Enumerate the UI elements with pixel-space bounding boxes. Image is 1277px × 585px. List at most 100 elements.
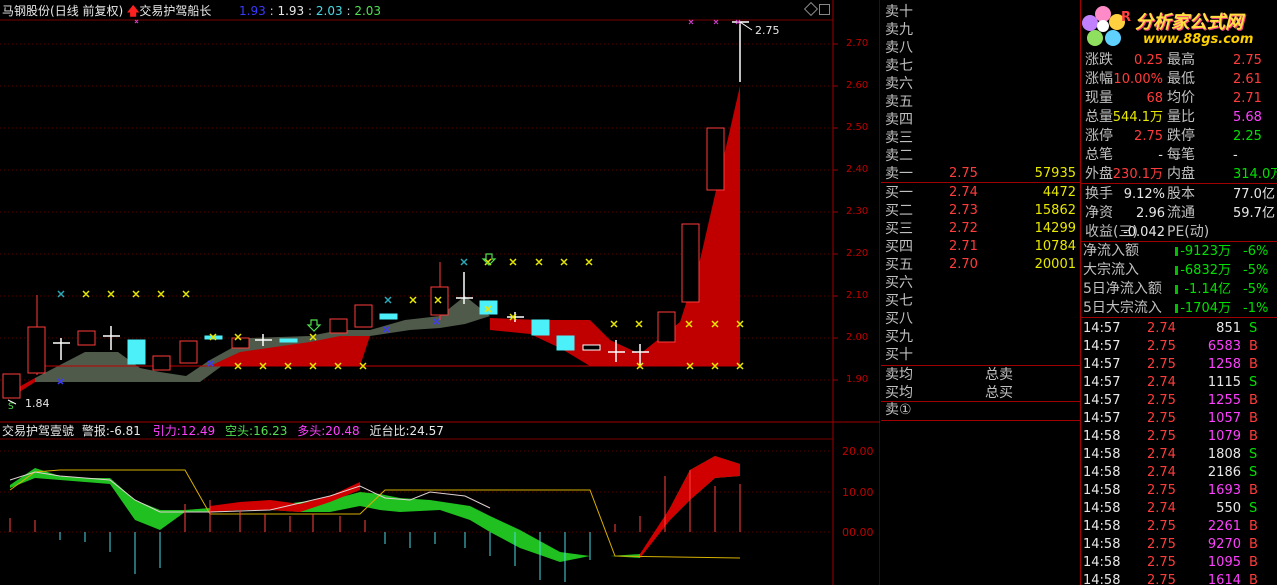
tick-volume: 1255 [1207,393,1241,408]
sell-level-label: 卖七 [885,58,913,74]
site-logo[interactable]: 分析家公式网 www.88gs.com R [1081,0,1277,50]
sell-one-label[interactable]: 卖① [885,401,912,419]
sub-chart-header: 交易护驾壹號 警报:-6.81 引力:12.49 空头:16.23 多头:20.… [2,424,444,438]
sell-level-row[interactable]: 卖三 [881,129,1080,147]
buy-level-row[interactable]: 买一 2.74 4472 [881,184,1080,202]
warn-label: 警报: [81,424,110,438]
order-book-panel: 卖十 卖九 卖八 卖七 卖六 卖五 卖四 卖三 卖二 卖一 2.75 57935 买一 2.74 4472… [881,0,1081,585]
tick-row: 14:57 2.74 1115 S [1081,374,1277,392]
tick-volume: 2261 [1207,519,1241,534]
quote-value: 0.25 [1134,53,1163,68]
tick-price: 2.75 [1147,537,1176,552]
tick-time: 14:57 [1083,393,1121,408]
sell-level-row[interactable]: 卖八 [881,39,1080,57]
indicator-v2: 1.93 [277,4,305,18]
fund-label: 换手 [1085,186,1113,202]
buy-level-row[interactable]: 买九 [881,328,1080,346]
tick-row: 14:58 2.74 1808 S [1081,446,1277,464]
quote-label: 现量 [1085,90,1113,106]
tick-side: S [1249,321,1258,336]
sell-avg-label: 卖均 [885,367,913,383]
tick-time: 14:58 [1083,501,1121,516]
quote-panel: 分析家公式网 www.88gs.com R 涨跌 0.25 最高 2.75 涨幅 10.0… [1081,0,1277,585]
flow-label: 5日大宗流入 [1083,300,1162,316]
buy-level-label: 买三 [885,221,913,237]
sell-level-price: 2.75 [949,166,978,181]
long-value: 20.48 [325,424,360,438]
buy-level-row[interactable]: 买十 [881,346,1080,364]
period-label[interactable]: (日线 前复权) [50,4,123,18]
flow-value: -1.14亿 [1184,282,1231,297]
tick-time: 14:57 [1083,411,1121,426]
tick-price: 2.75 [1147,429,1176,444]
buy-level-row[interactable]: 买七 [881,292,1080,310]
buy-avg-label: 买均 [885,385,913,401]
tick-side: S [1249,501,1258,516]
buy-level-volume: 4472 [1042,185,1076,200]
buy-level-row[interactable]: 买六 [881,274,1080,292]
sell-level-row[interactable]: 卖六 [881,75,1080,93]
short-value: 16.23 [253,424,288,438]
indicator-v4: 2.03 [354,4,382,18]
quote-row: 涨停 2.75 跌停 2.25 [1081,127,1277,146]
sell-level-row[interactable]: 卖十 [881,3,1080,21]
sub-title[interactable]: 交易护驾壹號 [2,424,74,438]
buy-level-row[interactable]: 买四 2.71 10784 [881,238,1080,256]
quote-value: 5.68 [1233,110,1262,125]
high-price-mark: 2.75 [755,24,780,37]
quote-value: 230.1万 [1112,167,1163,182]
tick-side: B [1249,537,1258,552]
price-tick: 2.00 [846,332,869,343]
tick-side: B [1249,411,1258,426]
quote-row: 涨幅 10.00% 最低 2.61 [1081,70,1277,89]
price-tick: 2.10 [846,290,869,301]
sell-level-row[interactable]: 卖五 [881,93,1080,111]
sell-level-row[interactable]: 卖二 [881,147,1080,165]
window-icon[interactable] [819,4,830,15]
buy-level-label: 买九 [885,329,913,345]
buy-level-label: 买八 [885,311,913,327]
quote-value: 2.71 [1233,91,1262,106]
fund-label: 净资 [1085,205,1113,221]
quote-label: 外盘 [1085,166,1113,182]
fund-value: 59.7亿 [1233,206,1275,221]
buy-level-row[interactable]: 买五 2.70 20001 [881,256,1080,274]
buy-level-price: 2.73 [949,203,978,218]
sub-chart [9,456,741,582]
sell-level-row[interactable]: 卖四 [881,111,1080,129]
logo-r-mark: R [1121,10,1132,25]
tick-price: 2.74 [1147,375,1176,390]
buy-level-row[interactable]: 买二 2.73 15862 [881,202,1080,220]
fund-label: 股本 [1167,186,1195,202]
tick-time: 14:58 [1083,429,1121,444]
sell-level-row[interactable]: 卖九 [881,21,1080,39]
flow-row: 5日大宗流入 -1704万 -1% [1081,299,1277,318]
indicator-name[interactable]: 交易护驾船长 [139,4,211,18]
sell-level-label: 卖九 [885,22,913,38]
flow-row: 5日净流入额 -1.14亿 -5% [1081,280,1277,299]
main-chart-panel[interactable]: S 马钢股份(日线 前复权) 🡅交易护驾船长 1.93: 1.93: 2.0… [0,0,880,585]
tick-side: B [1249,357,1258,372]
tick-price: 2.75 [1147,519,1176,534]
sell-level-row[interactable]: 卖一 2.75 57935 [881,165,1080,183]
pull-value: 12.49 [180,424,216,438]
stock-name[interactable]: 马钢股份 [2,4,50,18]
quote-row: 总笔 - 每笔 - [1081,146,1277,165]
near-label: 近台比: [369,424,410,438]
buy-level-row[interactable]: 买八 [881,310,1080,328]
sub-axis-tick: 10.00 [842,486,874,499]
quote-label: 每笔 [1167,147,1195,163]
quote-label: 总笔 [1085,147,1113,163]
sell-level-label: 卖二 [885,148,913,164]
tick-row: 14:58 2.74 550 S [1081,500,1277,518]
tick-price: 2.75 [1147,393,1176,408]
flow-value: -9123万 [1180,244,1231,259]
tick-volume: 1057 [1207,411,1241,426]
flow-row: 净流入额 -9123万 -6% [1081,242,1277,261]
chart-header: 马钢股份(日线 前复权) 🡅交易护驾船长 1.93 : 1.93 : 2.03 … [2,4,382,18]
tick-volume: 550 [1216,501,1241,516]
buy-level-row[interactable]: 买三 2.72 14299 [881,220,1080,238]
flow-row: 大宗流入 -6832万 -5% [1081,261,1277,280]
sell-level-row[interactable]: 卖七 [881,57,1080,75]
quote-label: 涨跌 [1085,52,1113,68]
